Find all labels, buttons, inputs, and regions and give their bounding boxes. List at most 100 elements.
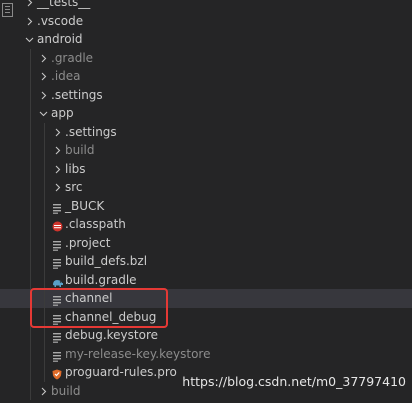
indent-guide [30,159,31,178]
folder-label: .settings [51,87,103,102]
folder-label: android [37,32,83,46]
folder-row[interactable]: .settings [0,85,412,105]
indent-guide [30,67,31,86]
chevron-down-icon[interactable] [38,104,48,123]
file-row[interactable]: .classpath [0,215,412,234]
folder-label: .vscode [37,13,84,28]
indent-guide [30,307,31,326]
folder-row[interactable]: build [0,141,412,160]
indent-guide [44,141,45,160]
indent-guide [30,104,31,123]
indent-guide [44,196,45,215]
lines-file-icon [52,256,62,269]
chevron-right-icon[interactable] [38,49,48,68]
file-row[interactable]: debug.keystore [0,326,412,345]
indent-guide [30,178,31,197]
indent-guide [44,122,45,141]
indent-guide [30,122,31,141]
file-label: .project [65,235,111,250]
folder-label: .idea [51,69,81,83]
chevron-down-icon[interactable] [24,30,34,49]
file-label: channel [65,291,113,305]
folder-row[interactable]: libs [0,159,412,179]
folder-row[interactable]: .gradle [0,48,412,68]
indent-guide [44,252,45,271]
lines-file-icon [52,238,62,251]
indent-guide [30,215,31,234]
file-label: _BUCK [65,198,105,213]
indent-guide [30,363,31,382]
lines-file-icon [52,312,62,325]
folder-label: src [65,180,83,194]
indent-guide [44,289,45,308]
indent-guide [44,178,45,197]
chevron-right-icon[interactable] [52,141,62,160]
file-row[interactable]: build_defs.bzl [0,252,412,271]
file-label: build.gradle [65,272,137,287]
file-label: build_defs.bzl [65,254,148,268]
indent-guide [30,326,31,345]
indent-guide [30,141,31,160]
indent-guide [44,326,45,345]
lines-file-icon [52,201,62,214]
indent-guide [30,270,31,289]
indent-guide [44,344,45,363]
folder-row[interactable]: .settings [0,122,412,142]
indent-guide [30,48,31,67]
indent-guide [44,270,45,289]
indent-guide [44,159,45,178]
folder-row[interactable]: android [0,30,412,49]
indent-guide [30,289,31,308]
chevron-right-icon[interactable] [52,160,62,179]
file-label: channel_debug [65,309,157,324]
folder-label: app [51,106,74,120]
indent-guide [44,363,45,382]
chevron-right-icon[interactable] [52,123,62,142]
watermark-url: https://blog.csdn.net/m0_37797410 [182,374,406,389]
file-tree: __tests__ .vscode android .gradle .idea .sett… [0,0,412,400]
chevron-right-icon[interactable] [38,67,48,86]
folder-label: libs [65,161,86,176]
file-row[interactable]: _BUCK [0,196,412,215]
file-label: debug.keystore [65,328,159,342]
indent-guide [30,233,31,252]
file-row[interactable]: channel_debug [0,307,412,326]
file-row[interactable]: build.gradle [0,270,412,289]
folder-label: __tests__ [37,0,91,9]
indent-guide [44,307,45,326]
folder-label: build [51,383,81,398]
file-label: proguard-rules.pro [65,365,177,379]
gradle-elephant-icon [52,275,63,287]
folder-row[interactable]: src [0,178,412,197]
indent-guide [30,381,31,400]
file-row[interactable]: .project [0,233,412,252]
lines-file-icon [52,349,62,362]
file-label: .classpath [65,217,126,231]
folder-row[interactable]: .idea [0,67,412,86]
chevron-right-icon[interactable] [24,0,34,12]
chevron-right-icon[interactable] [38,86,48,105]
folder-row[interactable]: app [0,104,412,123]
indent-guide [30,85,31,104]
lines-file-icon [52,330,62,343]
indent-guide [44,215,45,234]
folder-row[interactable]: __tests__ [0,0,412,12]
proguard-shield-icon [52,367,62,380]
file-label: my-release-key.keystore [65,346,211,361]
chevron-right-icon[interactable] [24,12,34,31]
file-explorer: __tests__ .vscode android .gradle .idea .sett… [0,0,412,403]
chevron-right-icon[interactable] [38,382,48,401]
chevron-right-icon[interactable] [52,178,62,197]
eclipse-file-icon [52,219,63,232]
file-row[interactable]: channel [0,289,412,308]
folder-row[interactable]: .vscode [0,12,412,31]
indent-guide [44,233,45,252]
file-row[interactable]: my-release-key.keystore [0,344,412,363]
folder-label: build [65,143,95,157]
indent-guide [30,252,31,271]
lines-file-icon [52,293,62,306]
indent-guide [30,344,31,363]
indent-guide [30,196,31,215]
folder-label: .settings [65,124,117,139]
folder-label: .gradle [51,50,94,65]
